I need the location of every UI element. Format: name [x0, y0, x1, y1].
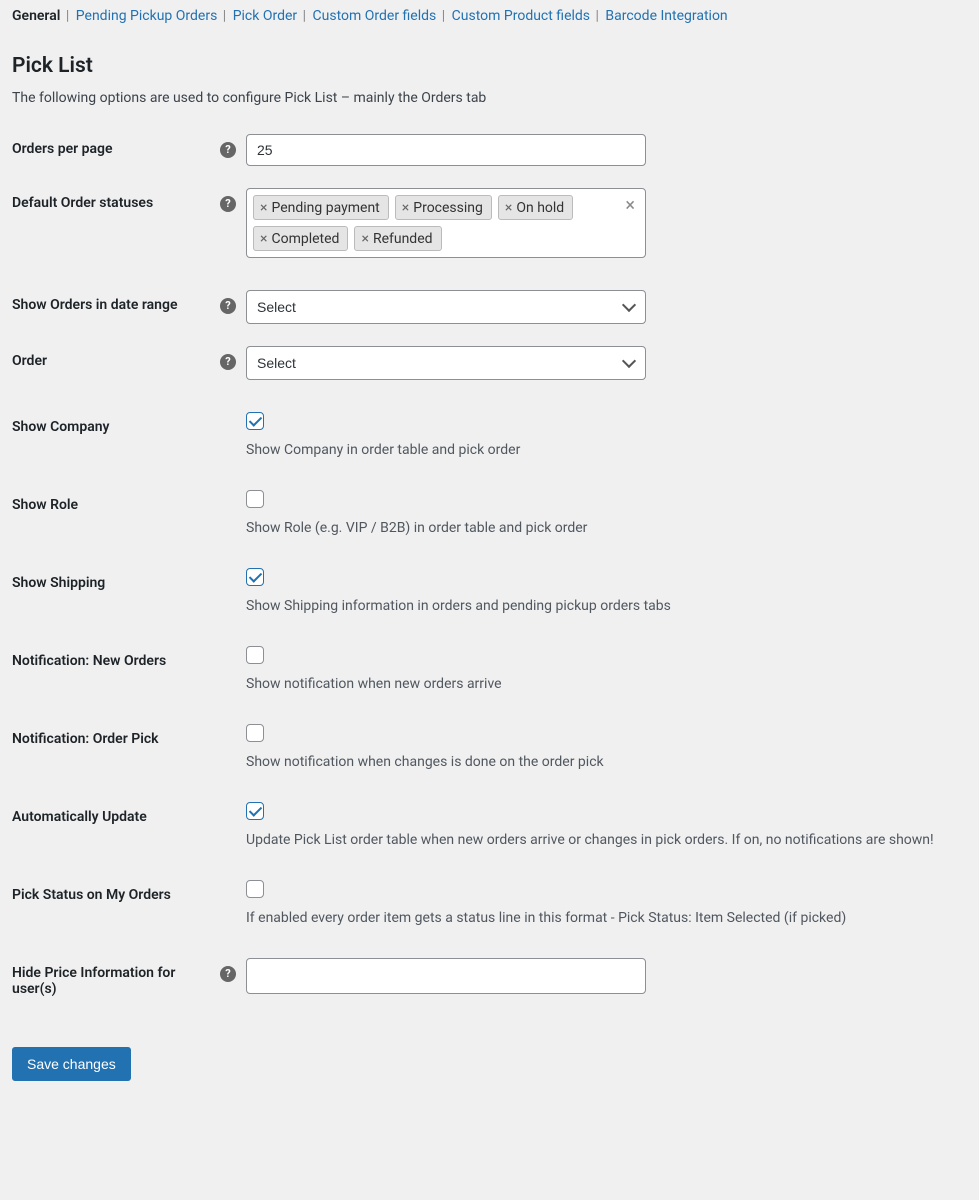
tab-separator: | [303, 8, 306, 24]
remove-tag-icon[interactable]: × [505, 201, 512, 215]
clear-all-tags-icon[interactable]: × [625, 197, 635, 215]
status-tag[interactable]: ×On hold [498, 195, 573, 220]
auto-update-label: Automatically Update [12, 802, 246, 825]
page-title: Pick List [12, 54, 967, 78]
default-statuses-label: Default Order statuses ? [12, 188, 246, 211]
show-company-checkbox[interactable] [246, 412, 264, 430]
show-shipping-description: Show Shipping information in orders and … [246, 598, 671, 614]
date-range-select[interactable]: Select [246, 290, 646, 324]
order-select[interactable]: Select [246, 346, 646, 380]
tab-separator: | [223, 8, 226, 24]
show-role-description: Show Role (e.g. VIP / B2B) in order tabl… [246, 520, 587, 536]
show-company-description: Show Company in order table and pick ord… [246, 442, 520, 458]
tab-general[interactable]: General [12, 8, 60, 24]
help-icon[interactable]: ? [220, 354, 236, 370]
auto-update-checkbox[interactable] [246, 802, 264, 820]
orders-per-page-label: Orders per page ? [12, 134, 246, 157]
save-button[interactable]: Save changes [12, 1047, 131, 1081]
show-role-checkbox[interactable] [246, 490, 264, 508]
pick-status-description: If enabled every order item gets a statu… [246, 910, 846, 926]
show-company-label: Show Company [12, 412, 246, 435]
default-statuses-input[interactable]: ×Pending payment ×Processing ×On hold ×C… [246, 188, 646, 258]
remove-tag-icon[interactable]: × [260, 201, 267, 215]
status-tag[interactable]: ×Refunded [354, 226, 441, 251]
tab-separator: | [596, 8, 599, 24]
status-tag[interactable]: ×Completed [253, 226, 348, 251]
help-icon[interactable]: ? [220, 966, 236, 982]
notif-order-pick-description: Show notification when changes is done o… [246, 754, 604, 770]
settings-form: Orders per page ? Default Order statuses… [12, 134, 967, 997]
notif-order-pick-checkbox[interactable] [246, 724, 264, 742]
notif-new-orders-description: Show notification when new orders arrive [246, 676, 502, 692]
tab-barcode-integration[interactable]: Barcode Integration [605, 8, 727, 24]
status-tag[interactable]: ×Pending payment [253, 195, 389, 220]
pick-status-checkbox[interactable] [246, 880, 264, 898]
remove-tag-icon[interactable]: × [260, 232, 267, 246]
hide-price-input[interactable] [246, 958, 646, 994]
show-role-label: Show Role [12, 490, 246, 513]
pick-status-label: Pick Status on My Orders [12, 880, 246, 903]
tab-custom-product-fields[interactable]: Custom Product fields [452, 8, 590, 24]
remove-tag-icon[interactable]: × [361, 232, 368, 246]
status-tag[interactable]: ×Processing [395, 195, 492, 220]
tab-pick-order[interactable]: Pick Order [233, 8, 297, 24]
tab-separator: | [442, 8, 445, 24]
hide-price-label: Hide Price Information for user(s) ? [12, 958, 246, 997]
settings-tabs: General | Pending Pickup Orders | Pick O… [12, 0, 967, 30]
help-icon[interactable]: ? [220, 196, 236, 212]
orders-per-page-input[interactable] [246, 134, 646, 166]
notif-order-pick-label: Notification: Order Pick [12, 724, 246, 747]
notif-new-orders-checkbox[interactable] [246, 646, 264, 664]
tab-custom-order-fields[interactable]: Custom Order fields [313, 8, 437, 24]
remove-tag-icon[interactable]: × [402, 201, 409, 215]
tab-separator: | [66, 8, 69, 24]
page-description: The following options are used to config… [12, 90, 967, 106]
help-icon[interactable]: ? [220, 298, 236, 314]
date-range-label: Show Orders in date range ? [12, 290, 246, 313]
show-shipping-checkbox[interactable] [246, 568, 264, 586]
tab-pending-pickup-orders[interactable]: Pending Pickup Orders [76, 8, 218, 24]
auto-update-description: Update Pick List order table when new or… [246, 832, 934, 848]
help-icon[interactable]: ? [220, 142, 236, 158]
order-label: Order ? [12, 346, 246, 369]
notif-new-orders-label: Notification: New Orders [12, 646, 246, 669]
show-shipping-label: Show Shipping [12, 568, 246, 591]
